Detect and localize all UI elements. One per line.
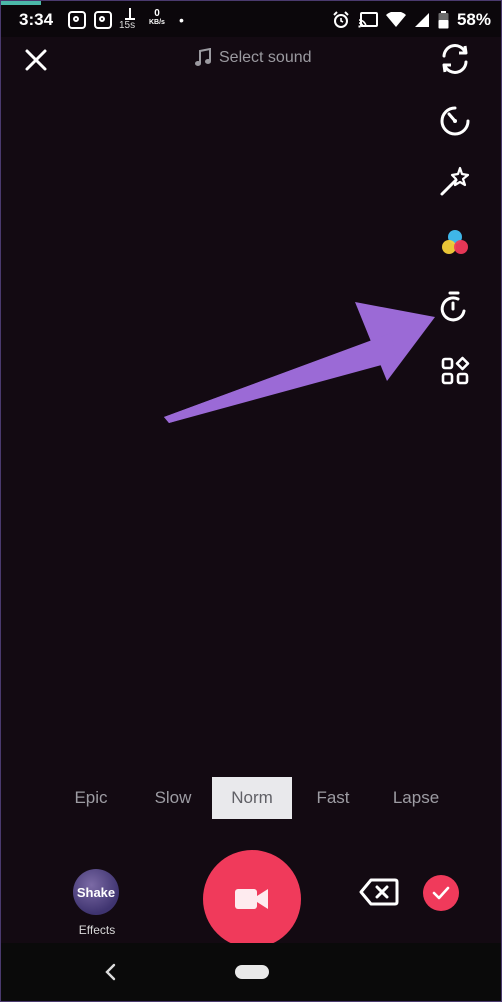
delete-clip-button[interactable] xyxy=(359,877,399,907)
confirm-button[interactable] xyxy=(423,875,459,911)
cast-icon xyxy=(358,12,378,28)
speed-option-lapse[interactable]: Lapse xyxy=(374,777,458,819)
speed-option-epic[interactable]: Epic xyxy=(48,777,134,819)
status-accent xyxy=(1,1,41,5)
select-sound-button[interactable]: Select sound xyxy=(193,48,312,68)
effects-button[interactable]: Shake Effects xyxy=(73,869,121,937)
status-time: 3:34 xyxy=(19,10,54,29)
wifi-icon xyxy=(385,12,406,27)
speed-gauge-icon xyxy=(440,106,470,136)
nav-home-pill[interactable] xyxy=(235,965,269,979)
flip-camera-button[interactable] xyxy=(437,41,473,77)
more-tools-button[interactable] xyxy=(437,353,473,389)
speed-option-norm[interactable]: Norm xyxy=(212,777,292,819)
alarm-icon xyxy=(333,11,349,28)
flip-camera-icon xyxy=(442,44,468,74)
grid-icon xyxy=(441,356,470,385)
speed-button[interactable] xyxy=(437,103,473,139)
filters-button[interactable] xyxy=(437,225,473,261)
music-note-icon xyxy=(195,48,211,66)
network-indicator: 15s xyxy=(119,7,141,31)
speed-option-fast[interactable]: Fast xyxy=(292,777,374,819)
speed-selector: Epic Slow Norm Fast Lapse xyxy=(48,776,458,820)
effects-label: Effects xyxy=(78,923,116,937)
timer-button[interactable] xyxy=(437,289,473,325)
network-upload-icon xyxy=(125,8,135,20)
effects-thumbnail: Shake xyxy=(73,869,119,915)
beauty-button[interactable] xyxy=(437,163,473,199)
network-speed: 0 KB/s xyxy=(149,8,165,27)
battery-icon xyxy=(438,11,449,29)
back-chevron-icon xyxy=(105,963,116,981)
status-bar: 3:34 15s 0 KB/s • 58% xyxy=(1,1,501,37)
camera-screen: 3:34 15s 0 KB/s • 58% Select sound Epic … xyxy=(0,0,502,1002)
nav-back-button[interactable] xyxy=(101,961,119,983)
checkmark-icon xyxy=(432,886,450,900)
notification-dot: • xyxy=(179,12,184,28)
select-sound-label: Select sound xyxy=(219,49,312,66)
filters-icon xyxy=(442,230,468,254)
status-right-group: 58% xyxy=(332,10,491,30)
battery-percent: 58% xyxy=(456,10,491,29)
backspace-icon xyxy=(359,878,399,906)
magic-wand-icon xyxy=(440,166,470,196)
instagram-icon xyxy=(94,11,112,29)
close-button[interactable] xyxy=(23,47,49,73)
record-button[interactable] xyxy=(203,850,301,948)
instagram-icon xyxy=(68,11,86,29)
video-camera-icon xyxy=(235,889,268,909)
navigation-bar xyxy=(1,943,501,1001)
timer-icon xyxy=(440,291,466,322)
close-icon xyxy=(25,49,47,71)
signal-icon xyxy=(414,13,429,27)
speed-option-slow[interactable]: Slow xyxy=(134,777,212,819)
